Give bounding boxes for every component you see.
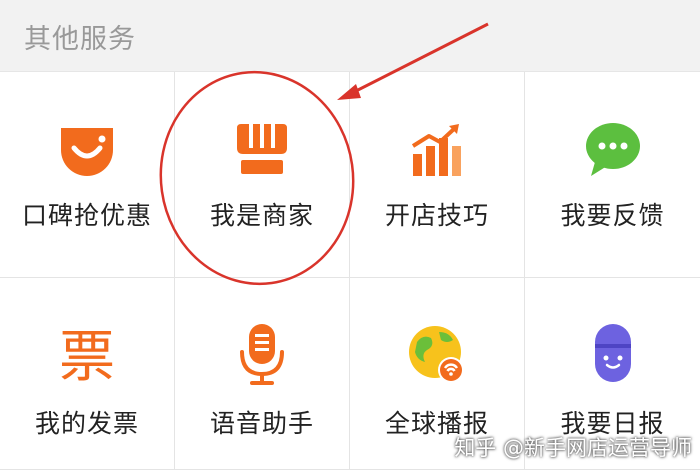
service-item-koubei[interactable]: 口碑抢优惠 (0, 72, 175, 278)
daily-report-icon (594, 324, 631, 382)
service-item-tips[interactable]: 开店技巧 (350, 72, 525, 278)
invoice-piao-icon: 票 (59, 325, 115, 388)
feedback-chat-icon (585, 123, 640, 176)
watermark: 知乎 @新手网店运营导师 (454, 436, 692, 460)
section-header: 其他服务 (0, 0, 700, 72)
services-grid: 口碑抢优惠 我是商家 开店技巧 我要反馈 票 我的发票 语音助手 全球播报 我要… (0, 72, 700, 470)
service-label: 我要反馈 (560, 201, 665, 230)
globe-broadcast-icon (409, 326, 464, 383)
service-label: 口碑抢优惠 (21, 201, 152, 230)
service-label: 我的发票 (34, 409, 139, 438)
growth-chart-icon (411, 124, 461, 176)
service-item-invoice[interactable]: 票 我的发票 (0, 278, 175, 470)
microphone-icon (240, 324, 284, 385)
koubei-discount-icon (61, 128, 113, 176)
service-item-merchant[interactable]: 我是商家 (175, 72, 350, 278)
svg-text:票: 票 (59, 325, 115, 388)
service-item-feedback[interactable]: 我要反馈 (525, 72, 700, 278)
service-label: 语音助手 (209, 409, 314, 438)
service-item-voice[interactable]: 语音助手 (175, 278, 350, 470)
service-label: 开店技巧 (384, 201, 489, 230)
section-title: 其他服务 (24, 24, 136, 55)
service-label: 我是商家 (209, 201, 314, 230)
merchant-store-icon (237, 124, 287, 174)
